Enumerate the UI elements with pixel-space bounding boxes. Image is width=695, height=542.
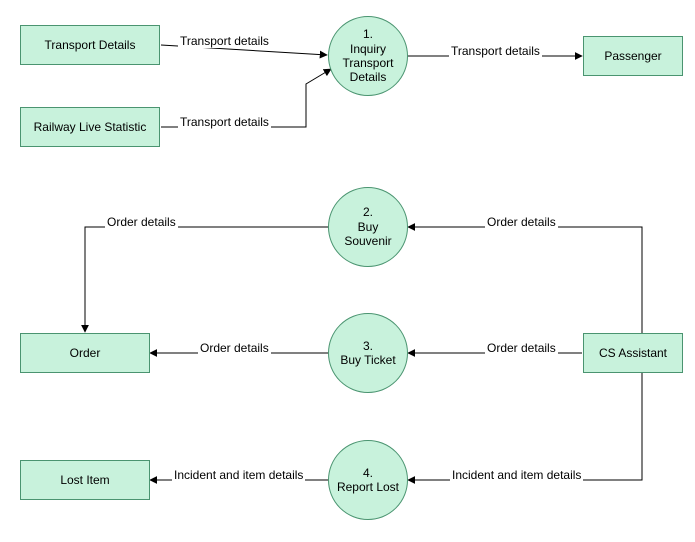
entity-order: Order — [20, 333, 150, 373]
entity-passenger: Passenger — [583, 36, 683, 76]
flow-label: Order details — [198, 341, 271, 355]
process-1: 1. Inquiry Transport Details — [328, 16, 408, 96]
flow-label: Incident and item details — [172, 468, 305, 482]
process-name: Inquiry Transport Details — [333, 42, 403, 85]
entity-cs-assistant: CS Assistant — [583, 333, 683, 373]
edge-p2-order — [85, 227, 328, 332]
entity-railway-live-statistic: Railway Live Statistic — [20, 107, 160, 147]
entity-label: Railway Live Statistic — [34, 120, 147, 134]
process-number: 4. — [363, 466, 373, 480]
entity-label: Passenger — [604, 49, 661, 63]
process-name: Buy Souvenir — [333, 220, 403, 249]
entity-lost-item: Lost Item — [20, 460, 150, 500]
entity-label: CS Assistant — [599, 346, 667, 360]
entity-label: Transport Details — [45, 38, 136, 52]
process-name: Report Lost — [337, 480, 399, 494]
flow-label: Incident and item details — [450, 468, 583, 482]
process-name: Buy Ticket — [340, 353, 395, 367]
edge-cs-p4 — [408, 373, 642, 480]
edge-cs-p2 — [408, 227, 642, 333]
flow-label: Order details — [485, 215, 558, 229]
flow-label: Order details — [485, 341, 558, 355]
entity-label: Lost Item — [60, 473, 109, 487]
entity-transport-details: Transport Details — [20, 25, 160, 65]
process-2: 2. Buy Souvenir — [328, 187, 408, 267]
flow-label: Transport details — [449, 44, 542, 58]
process-number: 1. — [363, 27, 373, 41]
entity-label: Order — [70, 346, 101, 360]
dfd-canvas: Transport Details Railway Live Statistic… — [0, 0, 695, 542]
process-3: 3. Buy Ticket — [328, 313, 408, 393]
flow-label: Transport details — [178, 115, 271, 129]
process-4: 4. Report Lost — [328, 440, 408, 520]
flow-label: Transport details — [178, 34, 271, 48]
process-number: 3. — [363, 339, 373, 353]
process-number: 2. — [363, 205, 373, 219]
flow-label: Order details — [105, 215, 178, 229]
